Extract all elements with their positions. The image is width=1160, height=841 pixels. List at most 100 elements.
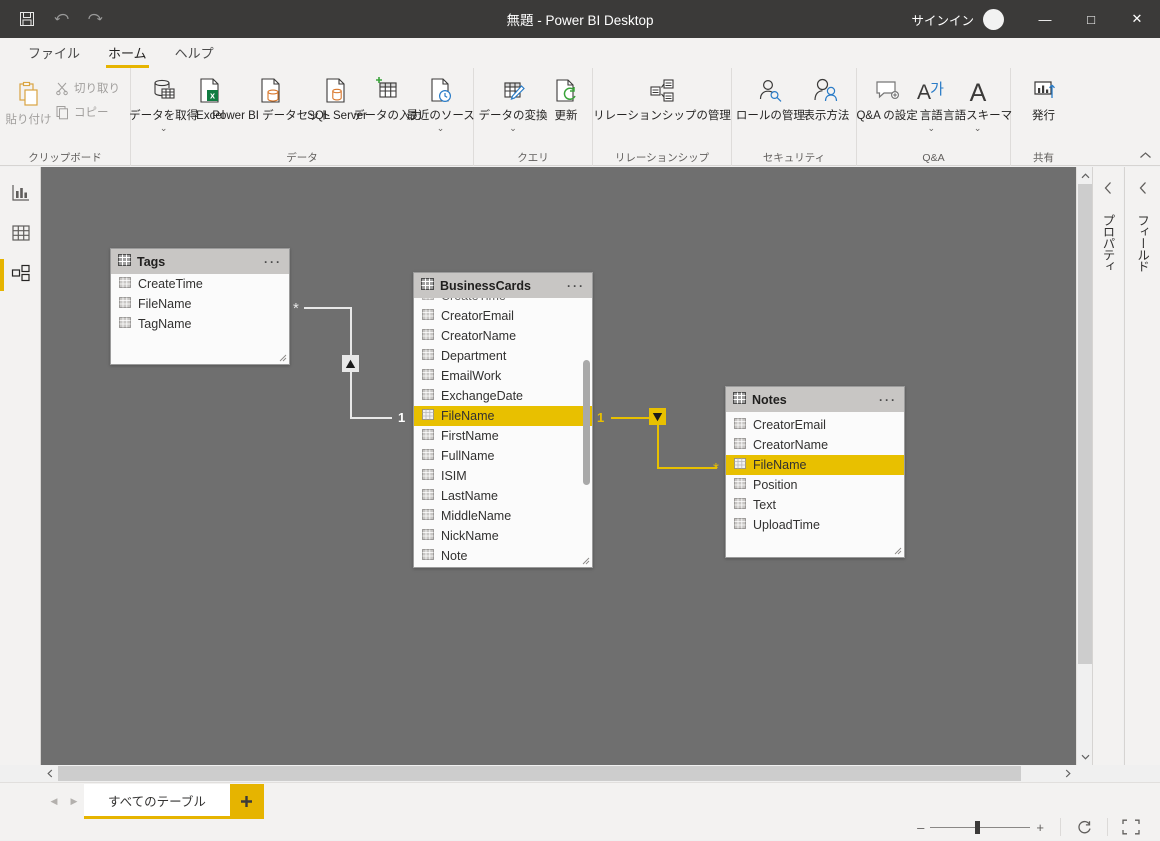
field-row[interactable]: CreatorName [726, 435, 904, 455]
page-tab-all-tables[interactable]: すべてのテーブル [84, 784, 230, 819]
field-row[interactable]: ExchangeDate [414, 386, 592, 406]
field-row[interactable]: NickName [414, 526, 592, 546]
scroll-up-button[interactable] [1077, 167, 1093, 184]
manage-roles-button[interactable]: ロールの管理 [736, 72, 805, 125]
field-row[interactable]: Position [726, 475, 904, 495]
field-row[interactable]: FirstName [414, 426, 592, 446]
fit-to-page-icon[interactable] [1118, 819, 1144, 835]
tab-file[interactable]: ファイル [14, 39, 94, 68]
table-scrollbar-thumb[interactable] [583, 360, 590, 485]
zoom-in-button[interactable]: + [1030, 820, 1050, 835]
field-row[interactable]: CreatorEmail [414, 306, 592, 326]
transform-data-button[interactable]: データの変換 ⌄ [479, 72, 548, 134]
fields-pane-collapsed[interactable]: フィールド [1124, 167, 1160, 765]
refresh-zoom-icon[interactable] [1071, 819, 1097, 836]
field-row[interactable]: EmailWork [414, 366, 592, 386]
properties-pane-collapsed[interactable]: プロパティ [1092, 167, 1123, 765]
field-label: LastName [441, 489, 498, 503]
rel2-direction-arrow[interactable] [649, 408, 666, 425]
chevron-left-icon[interactable] [1103, 181, 1113, 198]
minimize-button[interactable]: — [1022, 0, 1068, 38]
field-row-selected[interactable]: FileName [726, 455, 904, 475]
tab-home[interactable]: ホーム [94, 39, 161, 68]
linguistic-schema-button[interactable]: A 言語スキーマ ⌄ [943, 72, 1012, 134]
chevron-down-icon[interactable]: ⌄ [974, 124, 982, 133]
tab-help[interactable]: ヘルプ [161, 39, 228, 68]
chevron-down-icon[interactable]: ⌄ [927, 124, 935, 133]
sidebar-item-report-view[interactable] [0, 175, 41, 215]
model-canvas[interactable]: * 1 1 * Tags ··· CreateTime FileName Tag… [41, 167, 1076, 765]
table-header-tags[interactable]: Tags ··· [111, 249, 289, 274]
view-as-button[interactable]: 表示方法 [803, 72, 850, 125]
field-row[interactable]: LastName [414, 486, 592, 506]
zoom-slider[interactable] [930, 820, 1031, 834]
close-button[interactable]: ✕ [1114, 0, 1160, 38]
next-page-button[interactable]: ▶ [64, 784, 84, 819]
rel2-segment-h-bottom[interactable] [657, 467, 717, 469]
field-row[interactable]: MiddleName [414, 506, 592, 526]
table-card-notes[interactable]: Notes ··· CreatorEmail CreatorName FileN… [725, 386, 905, 558]
save-icon[interactable] [10, 4, 44, 34]
avatar[interactable] [983, 8, 1004, 30]
publish-button[interactable]: 発行 [1023, 72, 1065, 125]
field-row[interactable]: Department [414, 346, 592, 366]
field-row[interactable]: FileName [111, 294, 289, 314]
chevron-left-icon[interactable] [1138, 181, 1148, 198]
field-row[interactable]: UploadTime [726, 515, 904, 535]
table-header-businesscards[interactable]: BusinessCards ··· [414, 273, 592, 298]
powerbi-dataset-button[interactable]: Power BI データセット [212, 72, 331, 125]
canvas-horizontal-scrollbar[interactable] [41, 765, 1076, 782]
add-page-button[interactable] [229, 784, 264, 819]
undo-icon[interactable] [44, 4, 78, 34]
table-menu-button[interactable]: ··· [264, 255, 282, 269]
table-menu-button[interactable]: ··· [879, 393, 897, 407]
sidebar-item-model-view[interactable] [0, 255, 41, 295]
manage-relationships-button[interactable]: リレーションシップの管理 [593, 72, 731, 125]
paste-button[interactable]: 貼り付け [6, 76, 52, 129]
redo-icon[interactable] [78, 4, 112, 34]
table-header-notes[interactable]: Notes ··· [726, 387, 904, 412]
table-card-businesscards[interactable]: BusinessCards ··· CreateTime CreatorEmai… [413, 272, 593, 568]
resize-handle[interactable] [279, 354, 288, 363]
get-data-button[interactable]: データを取得 ⌄ [129, 72, 198, 134]
cut-button[interactable]: 切り取り [51, 76, 124, 100]
horizontal-scroll-thumb[interactable] [58, 766, 1021, 781]
field-row[interactable]: CreatorName [414, 326, 592, 346]
resize-handle[interactable] [582, 557, 591, 566]
field-row[interactable]: ISIM [414, 466, 592, 486]
field-row[interactable]: TagName [111, 314, 289, 334]
zoom-out-button[interactable]: – [911, 820, 930, 835]
vertical-scroll-thumb[interactable] [1078, 184, 1092, 664]
field-row-selected[interactable]: FileName [414, 406, 592, 426]
language-button[interactable]: A 가 言語 ⌄ [911, 72, 951, 134]
maximize-button[interactable]: □ [1068, 0, 1114, 38]
field-row[interactable]: Text [726, 495, 904, 515]
field-row[interactable]: CreateTime [111, 274, 289, 294]
rel1-direction-arrow[interactable] [342, 355, 359, 372]
field-row[interactable]: CreatorEmail [726, 415, 904, 435]
scroll-right-button[interactable] [1059, 765, 1076, 782]
field-row[interactable]: FullName [414, 446, 592, 466]
chevron-down-icon[interactable]: ⌄ [437, 124, 445, 133]
ribbon-collapse-button[interactable] [1139, 151, 1152, 163]
copy-button[interactable]: コピー [51, 100, 124, 124]
refresh-button[interactable]: 更新 [546, 72, 586, 125]
zoom-slider-thumb[interactable] [975, 820, 981, 834]
table-menu-button[interactable]: ··· [567, 279, 585, 293]
chevron-down-icon[interactable]: ⌄ [160, 124, 168, 133]
chevron-down-icon[interactable]: ⌄ [509, 124, 517, 133]
field-row-partial[interactable]: CreateTime [414, 298, 592, 306]
table-card-tags[interactable]: Tags ··· CreateTime FileName TagName [110, 248, 290, 365]
field-row[interactable]: Note [414, 546, 592, 566]
canvas-vertical-scrollbar[interactable] [1076, 167, 1092, 765]
signin-label[interactable]: サインイン [911, 10, 974, 29]
rel1-segment-h-top[interactable] [304, 307, 352, 309]
prev-page-button[interactable]: ◀ [44, 784, 64, 819]
rel1-segment-h-bottom[interactable] [350, 417, 392, 419]
recent-sources-button[interactable]: 最近のソース ⌄ [406, 72, 475, 134]
scroll-down-button[interactable] [1077, 748, 1093, 765]
resize-handle[interactable] [894, 547, 903, 556]
sidebar-item-data-view[interactable] [0, 215, 41, 255]
qna-setup-button[interactable]: Q&A の設定 [856, 72, 918, 125]
scroll-left-button[interactable] [41, 765, 58, 782]
